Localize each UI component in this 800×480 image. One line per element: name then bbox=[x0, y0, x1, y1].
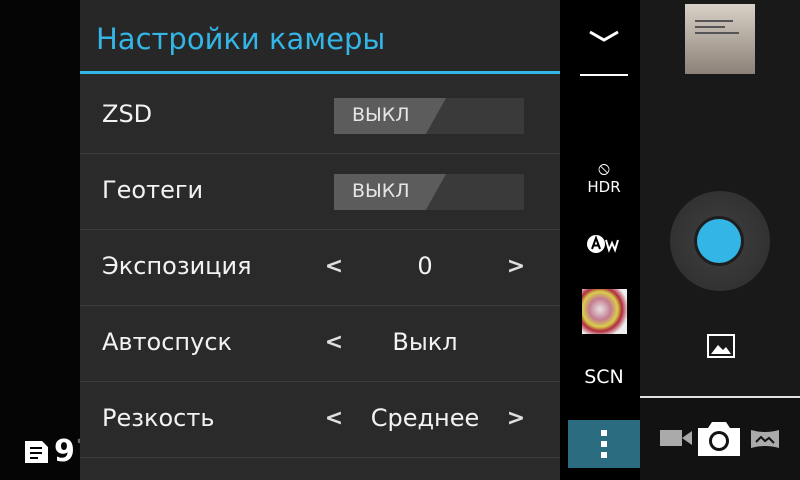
last-photo-thumbnail[interactable] bbox=[685, 4, 755, 74]
sharpness-value: Среднее bbox=[370, 404, 480, 432]
shutter-button[interactable] bbox=[697, 219, 741, 263]
disabled-icon: ⦸ bbox=[598, 158, 610, 179]
toggle-state: ВЫКЛ bbox=[334, 98, 446, 134]
setting-row-zsd[interactable]: ZSD ВЫКЛ bbox=[80, 78, 560, 154]
more-vert-icon bbox=[601, 430, 607, 458]
geotag-toggle[interactable]: ВЫКЛ bbox=[334, 174, 524, 210]
sd-card-icon bbox=[25, 440, 48, 463]
zsd-toggle[interactable]: ВЫКЛ bbox=[334, 98, 524, 134]
camera-settings-panel: Настройки камеры ZSD ВЫКЛ Геотеги ВЫКЛ Э… bbox=[80, 0, 560, 480]
sharpness-increase-button[interactable]: > bbox=[506, 406, 526, 431]
timer-value: Выкл bbox=[392, 328, 458, 356]
setting-label: Геотеги bbox=[102, 176, 204, 204]
setting-row-exposure: Экспозиция < 0 > bbox=[80, 230, 560, 306]
sharpness-decrease-button[interactable]: < bbox=[324, 406, 344, 431]
panorama-icon[interactable] bbox=[750, 428, 780, 450]
panel-title: Настройки камеры bbox=[80, 0, 560, 74]
setting-row-sharpness: Резкость < Среднее > bbox=[80, 382, 560, 458]
camera-icon[interactable] bbox=[696, 418, 742, 458]
setting-label: Резкость bbox=[102, 404, 215, 432]
setting-row-geotag[interactable]: Геотеги ВЫКЛ bbox=[80, 154, 560, 230]
hdr-button[interactable]: ⦸ HDR bbox=[584, 160, 624, 200]
mode-switcher bbox=[640, 396, 800, 480]
timer-decrease-button[interactable]: < bbox=[324, 330, 344, 355]
exposure-value: 0 bbox=[417, 252, 433, 280]
setting-row-timer: Автоспуск < Выкл bbox=[80, 306, 560, 382]
exposure-decrease-button[interactable]: < bbox=[324, 254, 344, 279]
auto-white-balance-icon[interactable] bbox=[586, 232, 620, 256]
viewfinder-strip bbox=[0, 0, 80, 480]
toggle-state: ВЫКЛ bbox=[334, 174, 446, 210]
gallery-icon[interactable] bbox=[707, 334, 735, 358]
setting-label: Экспозиция bbox=[102, 252, 252, 280]
setting-label: Автоспуск bbox=[102, 328, 233, 356]
more-options-button[interactable] bbox=[568, 420, 640, 468]
video-icon[interactable] bbox=[660, 428, 694, 448]
scene-mode-button[interactable]: SCN bbox=[570, 366, 638, 388]
scene-mode-thumbnail[interactable] bbox=[582, 289, 627, 334]
collapse-button[interactable] bbox=[580, 18, 628, 76]
exposure-increase-button[interactable]: > bbox=[506, 254, 526, 279]
chevron-down-icon bbox=[589, 30, 619, 42]
hdr-label: HDR bbox=[587, 178, 621, 196]
setting-label: ZSD bbox=[102, 100, 153, 128]
